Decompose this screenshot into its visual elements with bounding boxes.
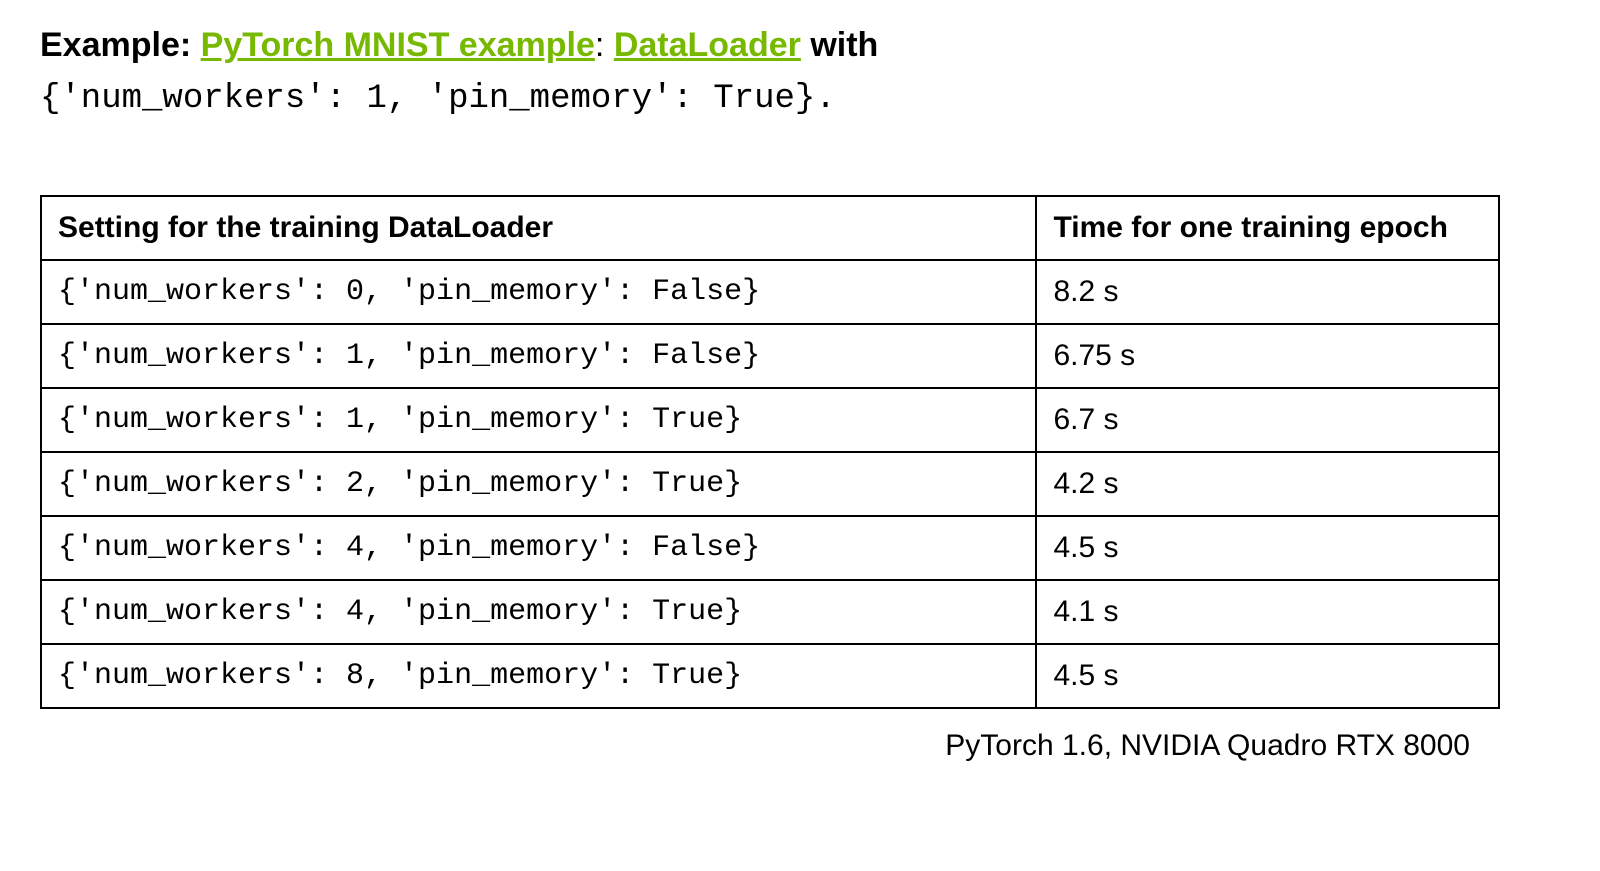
- table-row: {'num_workers': 8, 'pin_memory': True}4.…: [41, 644, 1499, 708]
- header-code: {'num_workers': 1, 'pin_memory': True}.: [40, 80, 836, 118]
- example-header: Example: PyTorch MNIST example: DataLoad…: [40, 20, 1560, 125]
- table-row: {'num_workers': 4, 'pin_memory': False}4…: [41, 516, 1499, 580]
- space: [191, 26, 200, 64]
- setting-cell: {'num_workers': 1, 'pin_memory': True}: [41, 388, 1036, 452]
- with-text: with: [801, 26, 878, 64]
- table-row: {'num_workers': 1, 'pin_memory': True}6.…: [41, 388, 1499, 452]
- benchmark-table: Setting for the training DataLoader Time…: [40, 195, 1500, 709]
- setting-cell: {'num_workers': 2, 'pin_memory': True}: [41, 452, 1036, 516]
- time-cell: 4.5 s: [1036, 516, 1499, 580]
- time-cell: 4.5 s: [1036, 644, 1499, 708]
- table-row: {'num_workers': 4, 'pin_memory': True}4.…: [41, 580, 1499, 644]
- separator: :: [595, 26, 604, 64]
- footer-caption: PyTorch 1.6, NVIDIA Quadro RTX 8000: [40, 729, 1560, 763]
- time-cell: 4.2 s: [1036, 452, 1499, 516]
- dataloader-link[interactable]: DataLoader: [614, 26, 801, 64]
- setting-cell: {'num_workers': 4, 'pin_memory': False}: [41, 516, 1036, 580]
- setting-cell: {'num_workers': 4, 'pin_memory': True}: [41, 580, 1036, 644]
- setting-cell: {'num_workers': 8, 'pin_memory': True}: [41, 644, 1036, 708]
- setting-cell: {'num_workers': 1, 'pin_memory': False}: [41, 324, 1036, 388]
- pytorch-mnist-link[interactable]: PyTorch MNIST example: [201, 26, 595, 64]
- table-header-row: Setting for the training DataLoader Time…: [41, 196, 1499, 260]
- setting-cell: {'num_workers': 0, 'pin_memory': False}: [41, 260, 1036, 324]
- space: [604, 26, 613, 64]
- time-cell: 4.1 s: [1036, 580, 1499, 644]
- time-header: Time for one training epoch: [1036, 196, 1499, 260]
- table-row: {'num_workers': 1, 'pin_memory': False}6…: [41, 324, 1499, 388]
- time-cell: 6.75 s: [1036, 324, 1499, 388]
- example-label: Example:: [40, 26, 191, 64]
- table-row: {'num_workers': 0, 'pin_memory': False}8…: [41, 260, 1499, 324]
- time-cell: 8.2 s: [1036, 260, 1499, 324]
- table-row: {'num_workers': 2, 'pin_memory': True}4.…: [41, 452, 1499, 516]
- time-cell: 6.7 s: [1036, 388, 1499, 452]
- setting-header: Setting for the training DataLoader: [41, 196, 1036, 260]
